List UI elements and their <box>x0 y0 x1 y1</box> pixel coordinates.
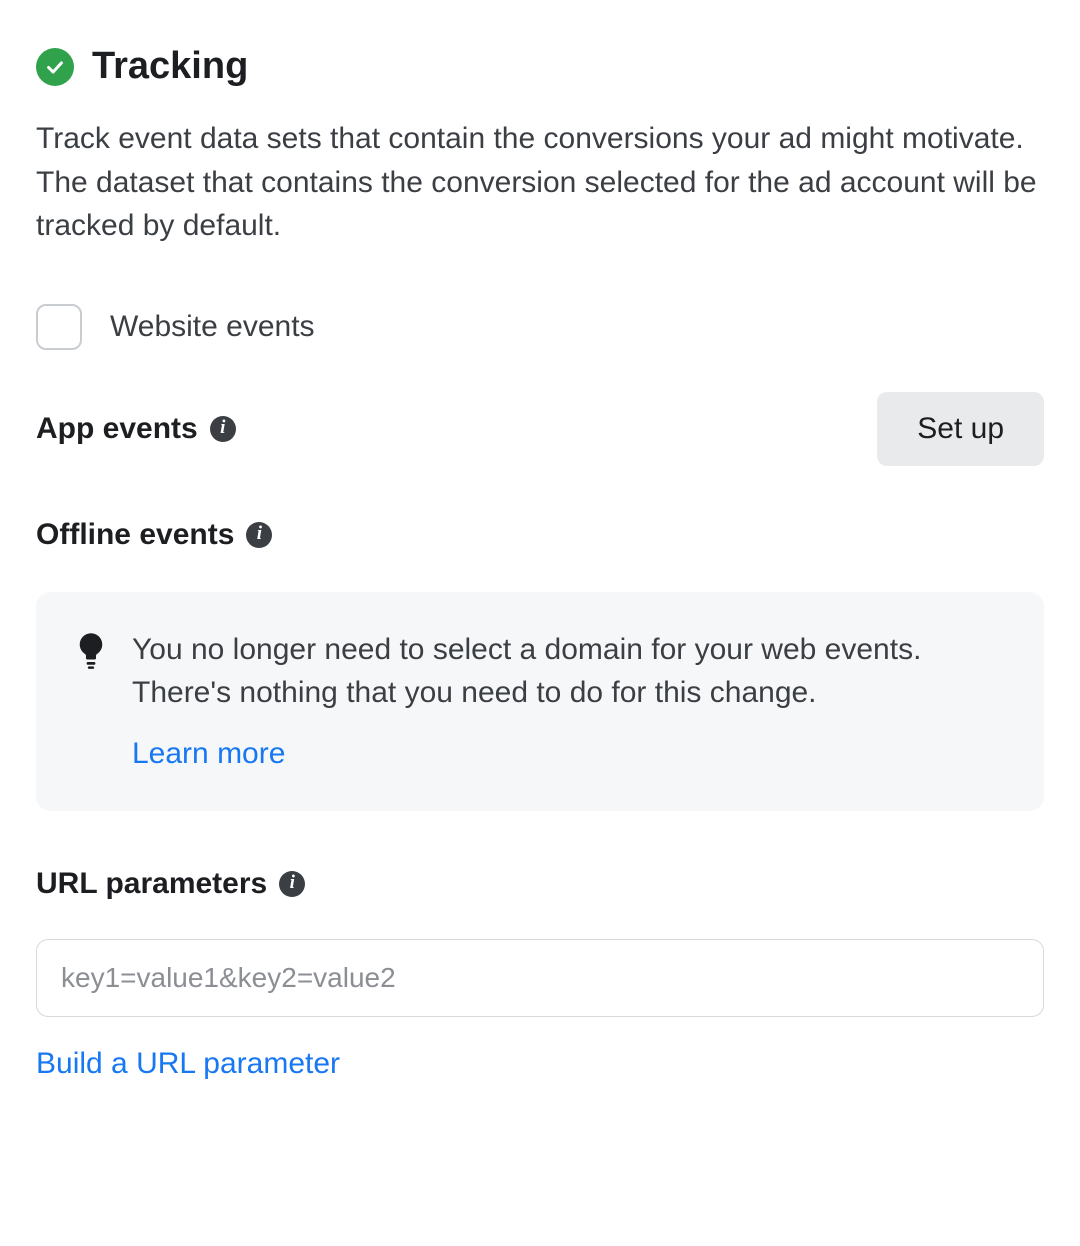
website-events-row: Website events <box>36 304 1044 350</box>
offline-events-row: Offline events i <box>36 514 1044 556</box>
build-url-parameter-link[interactable]: Build a URL parameter <box>36 1043 1044 1085</box>
info-icon[interactable]: i <box>210 416 236 442</box>
section-title: Tracking <box>92 40 248 93</box>
learn-more-link[interactable]: Learn more <box>132 733 285 775</box>
url-parameters-input[interactable] <box>36 939 1044 1017</box>
url-parameters-label-group: URL parameters i <box>36 863 1044 905</box>
info-box-text: You no longer need to select a domain fo… <box>132 628 1004 715</box>
info-box: You no longer need to select a domain fo… <box>36 592 1044 811</box>
info-icon[interactable]: i <box>246 522 272 548</box>
info-icon[interactable]: i <box>279 871 305 897</box>
website-events-checkbox[interactable] <box>36 304 82 350</box>
app-events-label-group: App events i <box>36 408 236 450</box>
website-events-label: Website events <box>110 306 315 348</box>
lightbulb-icon <box>76 632 106 670</box>
setup-button[interactable]: Set up <box>877 392 1044 466</box>
offline-events-label: Offline events <box>36 514 234 556</box>
tracking-header: Tracking <box>36 40 1044 93</box>
url-parameters-label: URL parameters <box>36 863 267 905</box>
app-events-label: App events <box>36 408 198 450</box>
app-events-row: App events i Set up <box>36 392 1044 466</box>
check-circle-icon <box>36 48 74 86</box>
info-box-content: You no longer need to select a domain fo… <box>132 628 1004 775</box>
tracking-description: Track event data sets that contain the c… <box>36 117 1044 248</box>
